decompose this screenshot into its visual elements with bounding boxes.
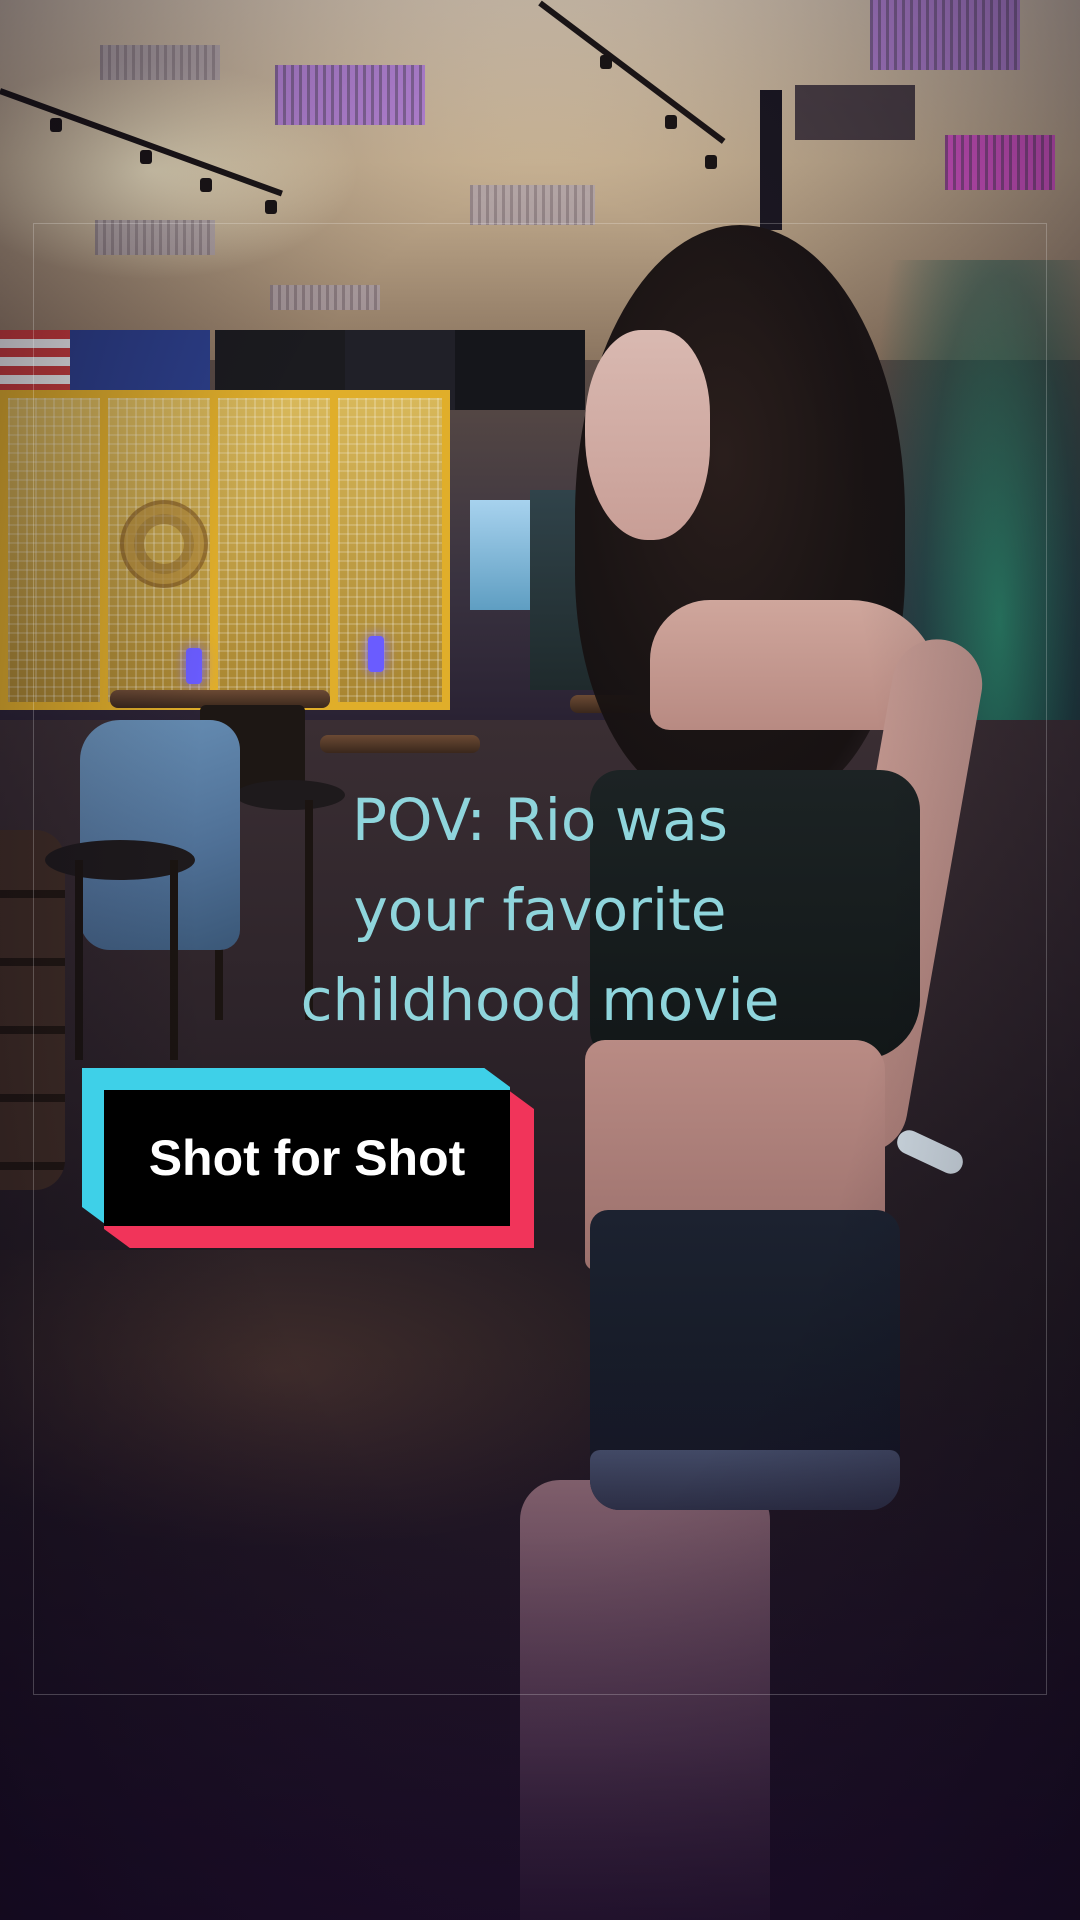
video-frame[interactable]: POV: Rio was your favorite childhood mov…: [0, 0, 1080, 1920]
badge-label: Shot for Shot: [148, 1130, 466, 1186]
caption-line: POV: Rio was: [351, 786, 729, 854]
caption-line: your favorite: [353, 876, 727, 944]
caption-text: POV: Rio was your favorite childhood mov…: [200, 775, 880, 1045]
badge-panel: Shot for Shot: [104, 1090, 510, 1226]
shot-for-shot-badge: Shot for Shot: [82, 1068, 534, 1248]
caption-line: childhood movie: [300, 966, 780, 1034]
